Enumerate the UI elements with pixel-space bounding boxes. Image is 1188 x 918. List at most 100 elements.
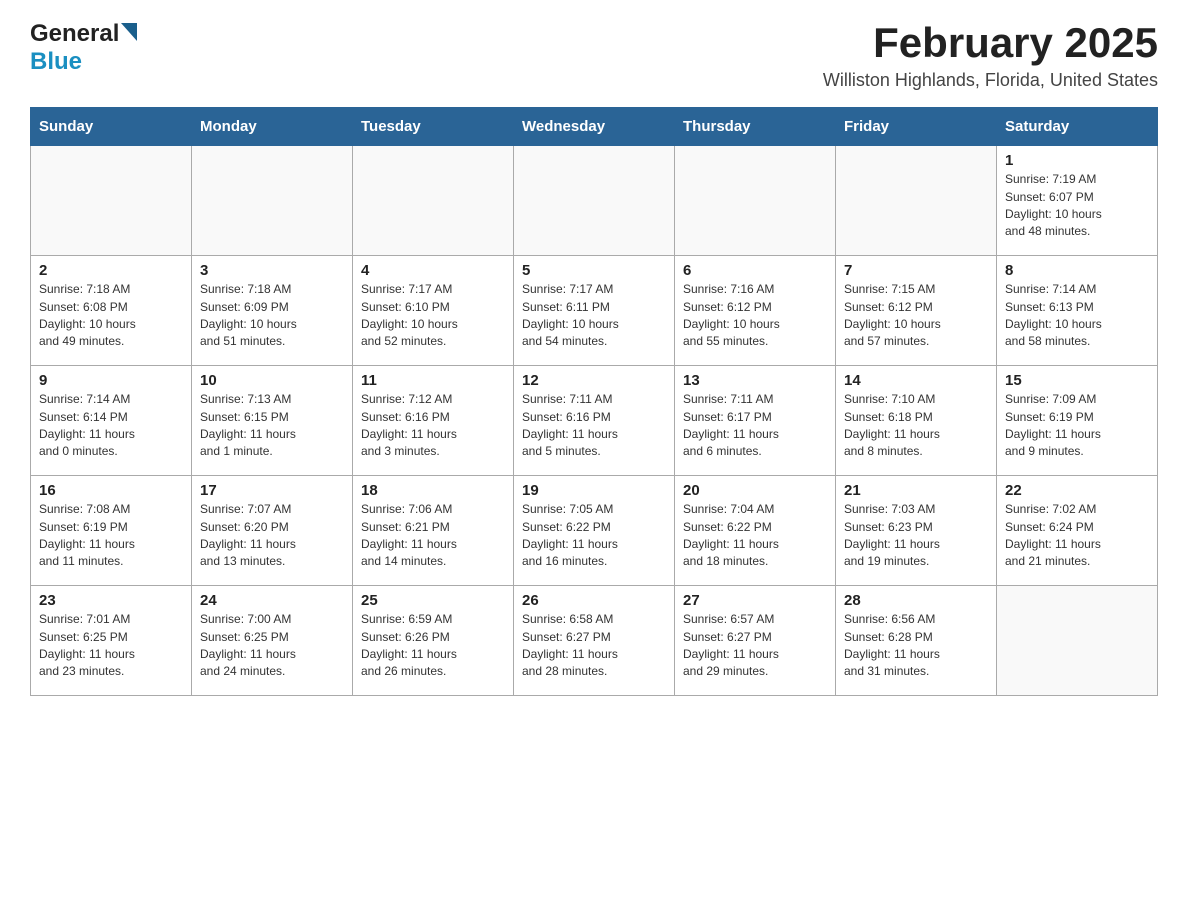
calendar-cell bbox=[353, 146, 514, 256]
logo: General Blue bbox=[30, 20, 137, 76]
day-info: Sunrise: 7:13 AM Sunset: 6:15 PM Dayligh… bbox=[200, 391, 344, 461]
calendar-cell: 1 Sunrise: 7:19 AM Sunset: 6:07 PM Daylig… bbox=[997, 146, 1158, 256]
day-info: Sunrise: 6:56 AM Sunset: 6:28 PM Dayligh… bbox=[844, 611, 988, 681]
calendar-cell: 3 Sunrise: 7:18 AM Sunset: 6:09 PM Daylig… bbox=[192, 256, 353, 366]
calendar-cell: 5 Sunrise: 7:17 AM Sunset: 6:11 PM Daylig… bbox=[514, 256, 675, 366]
day-info: Sunrise: 7:10 AM Sunset: 6:18 PM Dayligh… bbox=[844, 391, 988, 461]
calendar-cell: 26Sunrise: 6:58 AM Sunset: 6:27 PM Dayli… bbox=[514, 586, 675, 696]
calendar-cell bbox=[997, 586, 1158, 696]
calendar-cell: 4 Sunrise: 7:17 AM Sunset: 6:10 PM Daylig… bbox=[353, 256, 514, 366]
day-number: 7 bbox=[844, 262, 988, 279]
calendar-cell bbox=[31, 146, 192, 256]
calendar-cell: 25 Sunrise: 6:59 AM Sunset: 6:26 PM Dayli… bbox=[353, 586, 514, 696]
day-info: Sunrise: 7:00 AM Sunset: 6:25 PM Dayligh… bbox=[200, 611, 344, 681]
calendar-body: 1 Sunrise: 7:19 AM Sunset: 6:07 PM Daylig… bbox=[31, 146, 1158, 696]
day-info: Sunrise: 7:18 AM Sunset: 6:09 PM Dayligh… bbox=[200, 281, 344, 351]
calendar-cell: 9 Sunrise: 7:14 AM Sunset: 6:14 PM Daylig… bbox=[31, 366, 192, 476]
calendar-cell: 27 Sunrise: 6:57 AM Sunset: 6:27 PM Dayli… bbox=[675, 586, 836, 696]
day-number: 2 bbox=[39, 262, 183, 279]
calendar-cell: 16Sunrise: 7:08 AM Sunset: 6:19 PM Dayli… bbox=[31, 476, 192, 586]
logo-blue-text: Blue bbox=[30, 48, 82, 75]
calendar-cell bbox=[836, 146, 997, 256]
week-row-2: 2 Sunrise: 7:18 AM Sunset: 6:08 PM Daylig… bbox=[31, 256, 1158, 366]
day-info: Sunrise: 6:59 AM Sunset: 6:26 PM Dayligh… bbox=[361, 611, 505, 681]
week-row-5: 23 Sunrise: 7:01 AM Sunset: 6:25 PM Dayli… bbox=[31, 586, 1158, 696]
day-number: 13 bbox=[683, 372, 827, 389]
calendar-cell: 23 Sunrise: 7:01 AM Sunset: 6:25 PM Dayli… bbox=[31, 586, 192, 696]
day-info: Sunrise: 7:11 AM Sunset: 6:17 PM Dayligh… bbox=[683, 391, 827, 461]
day-info: Sunrise: 7:18 AM Sunset: 6:08 PM Dayligh… bbox=[39, 281, 183, 351]
calendar-cell: 6 Sunrise: 7:16 AM Sunset: 6:12 PM Daylig… bbox=[675, 256, 836, 366]
day-info: Sunrise: 7:14 AM Sunset: 6:13 PM Dayligh… bbox=[1005, 281, 1149, 351]
day-info: Sunrise: 7:12 AM Sunset: 6:16 PM Dayligh… bbox=[361, 391, 505, 461]
day-info: Sunrise: 7:06 AM Sunset: 6:21 PM Dayligh… bbox=[361, 501, 505, 571]
day-info: Sunrise: 7:16 AM Sunset: 6:12 PM Dayligh… bbox=[683, 281, 827, 351]
calendar-cell: 11Sunrise: 7:12 AM Sunset: 6:16 PM Dayli… bbox=[353, 366, 514, 476]
day-number: 21 bbox=[844, 482, 988, 499]
header-day-tuesday: Tuesday bbox=[353, 108, 514, 146]
header-day-monday: Monday bbox=[192, 108, 353, 146]
week-row-4: 16Sunrise: 7:08 AM Sunset: 6:19 PM Dayli… bbox=[31, 476, 1158, 586]
day-info: Sunrise: 7:09 AM Sunset: 6:19 PM Dayligh… bbox=[1005, 391, 1149, 461]
calendar-cell bbox=[514, 146, 675, 256]
day-info: Sunrise: 7:17 AM Sunset: 6:11 PM Dayligh… bbox=[522, 281, 666, 351]
month-title: February 2025 bbox=[823, 20, 1158, 66]
day-info: Sunrise: 7:01 AM Sunset: 6:25 PM Dayligh… bbox=[39, 611, 183, 681]
week-row-3: 9 Sunrise: 7:14 AM Sunset: 6:14 PM Daylig… bbox=[31, 366, 1158, 476]
day-info: Sunrise: 7:07 AM Sunset: 6:20 PM Dayligh… bbox=[200, 501, 344, 571]
day-info: Sunrise: 7:15 AM Sunset: 6:12 PM Dayligh… bbox=[844, 281, 988, 351]
day-info: Sunrise: 7:19 AM Sunset: 6:07 PM Dayligh… bbox=[1005, 171, 1149, 241]
location-title: Williston Highlands, Florida, United Sta… bbox=[823, 70, 1158, 91]
day-info: Sunrise: 6:57 AM Sunset: 6:27 PM Dayligh… bbox=[683, 611, 827, 681]
calendar-cell: 19 Sunrise: 7:05 AM Sunset: 6:22 PM Dayli… bbox=[514, 476, 675, 586]
day-number: 8 bbox=[1005, 262, 1149, 279]
day-number: 10 bbox=[200, 372, 344, 389]
day-number: 19 bbox=[522, 482, 666, 499]
calendar-cell: 17 Sunrise: 7:07 AM Sunset: 6:20 PM Dayli… bbox=[192, 476, 353, 586]
day-info: Sunrise: 7:17 AM Sunset: 6:10 PM Dayligh… bbox=[361, 281, 505, 351]
day-number: 15 bbox=[1005, 372, 1149, 389]
day-number: 25 bbox=[361, 592, 505, 609]
calendar-cell: 14Sunrise: 7:10 AM Sunset: 6:18 PM Dayli… bbox=[836, 366, 997, 476]
logo-arrow-icon bbox=[121, 23, 137, 46]
day-number: 4 bbox=[361, 262, 505, 279]
day-number: 28 bbox=[844, 592, 988, 609]
calendar-cell: 2 Sunrise: 7:18 AM Sunset: 6:08 PM Daylig… bbox=[31, 256, 192, 366]
calendar-cell: 18 Sunrise: 7:06 AM Sunset: 6:21 PM Dayli… bbox=[353, 476, 514, 586]
calendar-cell: 21 Sunrise: 7:03 AM Sunset: 6:23 PM Dayli… bbox=[836, 476, 997, 586]
day-number: 3 bbox=[200, 262, 344, 279]
day-number: 5 bbox=[522, 262, 666, 279]
header-day-wednesday: Wednesday bbox=[514, 108, 675, 146]
calendar-header: SundayMondayTuesdayWednesdayThursdayFrid… bbox=[31, 108, 1158, 146]
day-number: 27 bbox=[683, 592, 827, 609]
day-info: Sunrise: 7:14 AM Sunset: 6:14 PM Dayligh… bbox=[39, 391, 183, 461]
logo-general-text: General bbox=[30, 20, 119, 48]
day-number: 9 bbox=[39, 372, 183, 389]
calendar-cell: 20 Sunrise: 7:04 AM Sunset: 6:22 PM Dayli… bbox=[675, 476, 836, 586]
day-info: Sunrise: 7:03 AM Sunset: 6:23 PM Dayligh… bbox=[844, 501, 988, 571]
day-number: 18 bbox=[361, 482, 505, 499]
header-day-sunday: Sunday bbox=[31, 108, 192, 146]
week-row-1: 1 Sunrise: 7:19 AM Sunset: 6:07 PM Daylig… bbox=[31, 146, 1158, 256]
day-number: 24 bbox=[200, 592, 344, 609]
day-info: Sunrise: 7:05 AM Sunset: 6:22 PM Dayligh… bbox=[522, 501, 666, 571]
calendar-cell: 28 Sunrise: 6:56 AM Sunset: 6:28 PM Dayli… bbox=[836, 586, 997, 696]
day-number: 20 bbox=[683, 482, 827, 499]
day-number: 23 bbox=[39, 592, 183, 609]
calendar-table: SundayMondayTuesdayWednesdayThursdayFrid… bbox=[30, 107, 1158, 696]
day-info: Sunrise: 7:02 AM Sunset: 6:24 PM Dayligh… bbox=[1005, 501, 1149, 571]
day-number: 6 bbox=[683, 262, 827, 279]
day-info: Sunrise: 7:04 AM Sunset: 6:22 PM Dayligh… bbox=[683, 501, 827, 571]
header-day-saturday: Saturday bbox=[997, 108, 1158, 146]
day-number: 26 bbox=[522, 592, 666, 609]
title-area: February 2025 Williston Highlands, Flori… bbox=[823, 20, 1158, 91]
page-header: General Blue February 2025 Williston Hig… bbox=[30, 20, 1158, 91]
calendar-cell: 8 Sunrise: 7:14 AM Sunset: 6:13 PM Daylig… bbox=[997, 256, 1158, 366]
calendar-cell bbox=[192, 146, 353, 256]
header-day-thursday: Thursday bbox=[675, 108, 836, 146]
day-info: Sunrise: 7:08 AM Sunset: 6:19 PM Dayligh… bbox=[39, 501, 183, 571]
day-number: 17 bbox=[200, 482, 344, 499]
day-number: 1 bbox=[1005, 152, 1149, 169]
calendar-cell: 15 Sunrise: 7:09 AM Sunset: 6:19 PM Dayli… bbox=[997, 366, 1158, 476]
day-number: 22 bbox=[1005, 482, 1149, 499]
